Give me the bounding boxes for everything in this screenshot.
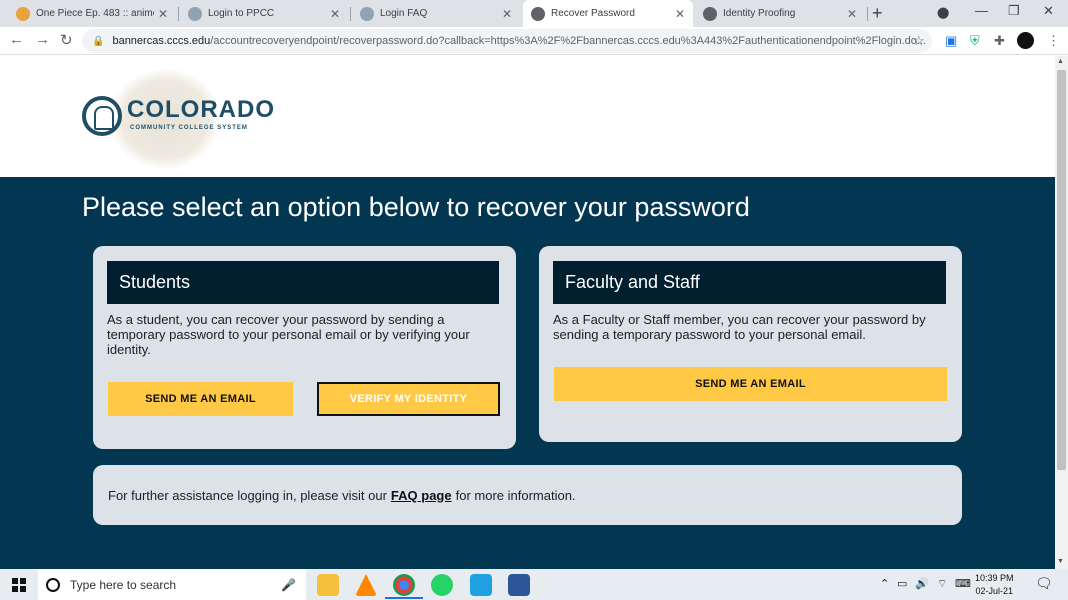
notifications-icon[interactable]: 🗨	[1035, 575, 1053, 592]
faculty-card: Faculty and Staff As a Faculty or Staff …	[539, 246, 962, 442]
show-hidden-icons-icon[interactable]: ⌃	[880, 577, 889, 590]
battery-icon[interactable]: ▭	[897, 577, 907, 590]
address-bar[interactable]: 🔒 bannercas.cccs.edu/accountrecoveryendp…	[82, 29, 932, 53]
forward-icon[interactable]: →	[35, 31, 50, 48]
url-host: bannercas.cccs.edu	[112, 35, 211, 47]
wifi-icon[interactable]: ⌔	[937, 577, 947, 591]
assist-text-prefix: For further assistance logging in, pleas…	[108, 487, 387, 503]
chrome-icon[interactable]	[385, 574, 423, 599]
back-icon[interactable]: ←	[9, 31, 24, 48]
reload-icon[interactable]: ↻	[60, 31, 73, 49]
brand-subtitle: COMMUNITY COLLEGE SYSTEM	[130, 125, 248, 131]
globe-favicon-icon	[703, 6, 717, 21]
tab-divider	[178, 7, 179, 21]
tab-animepahe[interactable]: One Piece Ep. 483 :: animepahe ✕	[8, 0, 176, 27]
profile-avatar[interactable]	[1017, 32, 1034, 49]
windows-start-icon[interactable]	[12, 578, 26, 592]
minimize-icon[interactable]: —	[975, 3, 988, 18]
tab-search-icon[interactable]: ⬤	[937, 6, 949, 19]
tab-title: Login FAQ	[380, 8, 428, 19]
clock-date: 02-Jul-21	[975, 586, 1014, 596]
faq-page-link[interactable]: FAQ page	[391, 488, 452, 503]
bookmark-star-icon[interactable]: ☆	[913, 33, 925, 49]
site-header: COLORADO COMMUNITY COLLEGE SYSTEM	[0, 56, 1055, 177]
extensions-puzzle-icon[interactable]: ✚	[994, 33, 1005, 49]
scroll-up-arrow-icon[interactable]: ▲	[1057, 58, 1064, 65]
recovery-section: Please select an option below to recover…	[0, 177, 1055, 569]
cccs-favicon-icon	[188, 6, 202, 21]
close-tab-icon[interactable]: ✕	[675, 7, 685, 21]
tab-divider	[350, 7, 351, 21]
tab-divider	[867, 7, 868, 21]
close-window-icon[interactable]: ✕	[1043, 3, 1054, 19]
animepahe-favicon-icon	[16, 6, 30, 21]
restore-icon[interactable]: ❐	[1008, 3, 1020, 19]
tab-title: Recover Password	[551, 8, 635, 19]
tab-identity-proofing[interactable]: Identity Proofing ✕	[695, 0, 865, 27]
tab-login-ppcc[interactable]: Login to PPCC ✕	[180, 0, 348, 27]
word-icon[interactable]	[508, 574, 530, 596]
page-viewport: COLORADO COMMUNITY COLLEGE SYSTEM Please…	[0, 56, 1055, 569]
students-card-title: Students	[107, 261, 499, 304]
url-path: /accountrecoveryendpoint/recoverpassword…	[210, 35, 927, 47]
faculty-send-email-button[interactable]: SEND ME AN EMAIL	[554, 367, 947, 401]
taskbar-search-box[interactable]: Type here to search 🎤	[38, 569, 306, 600]
lock-icon: 🔒	[92, 35, 105, 47]
globe-favicon-icon	[531, 6, 545, 21]
close-tab-icon[interactable]: ✕	[158, 7, 168, 21]
volume-icon[interactable]: 🔊	[915, 577, 929, 590]
assist-text-suffix: for more information.	[455, 487, 576, 503]
faculty-card-text: As a Faculty or Staff member, you can re…	[553, 312, 926, 342]
vlc-icon[interactable]	[355, 574, 377, 596]
tab-title: Login to PPCC	[208, 8, 275, 19]
whatsapp-icon[interactable]	[431, 574, 453, 596]
new-tab-icon[interactable]: +	[872, 3, 883, 24]
microphone-icon[interactable]: 🎤	[281, 578, 296, 592]
verify-identity-button[interactable]: VERIFY MY IDENTITY	[317, 382, 500, 416]
tab-title: One Piece Ep. 483 :: animepahe	[36, 8, 154, 19]
scroll-down-arrow-icon[interactable]: ▼	[1057, 558, 1064, 565]
clock-time: 10:39 PM	[975, 573, 1014, 583]
cccs-seal-icon	[82, 96, 122, 136]
brand-name: COLORADO	[127, 96, 275, 123]
search-placeholder: Type here to search	[70, 577, 177, 592]
tab-login-faq[interactable]: Login FAQ ✕	[352, 0, 520, 27]
extension-shield-icon[interactable]: ⛨	[970, 33, 980, 49]
assistance-box: For further assistance logging in, pleas…	[93, 465, 962, 525]
taskbar-clock[interactable]: 10:39 PM 02-Jul-21	[975, 572, 1014, 598]
tab-title: Identity Proofing	[723, 8, 796, 19]
browser-menu-icon[interactable]: ⋮	[1047, 33, 1060, 49]
store-app-icon[interactable]	[470, 574, 492, 596]
close-tab-icon[interactable]: ✕	[847, 7, 857, 21]
page-scrollbar[interactable]: ▲ ▼	[1055, 56, 1068, 569]
close-tab-icon[interactable]: ✕	[330, 7, 340, 21]
cccs-logo[interactable]: COLORADO COMMUNITY COLLEGE SYSTEM	[80, 69, 290, 169]
close-tab-icon[interactable]: ✕	[502, 7, 512, 21]
students-card: Students As a student, you can recover y…	[93, 246, 516, 449]
file-explorer-icon[interactable]	[317, 574, 339, 596]
student-send-email-button[interactable]: SEND ME AN EMAIL	[108, 382, 293, 416]
tab-strip: One Piece Ep. 483 :: animepahe ✕ Login t…	[0, 0, 1068, 27]
page-title: Please select an option below to recover…	[82, 192, 750, 222]
cccs-favicon-icon	[360, 6, 374, 21]
faculty-card-title: Faculty and Staff	[553, 261, 946, 304]
extension-translate-icon[interactable]: ▣	[945, 33, 957, 49]
windows-taskbar: Type here to search 🎤 ⌃ ▭ 🔊 ⌔ ⌨ 10:39 PM…	[0, 569, 1068, 600]
students-card-text: As a student, you can recover your passw…	[107, 312, 470, 357]
scrollbar-thumb[interactable]	[1057, 70, 1066, 470]
tab-recover-password[interactable]: Recover Password ✕	[523, 0, 693, 27]
keyboard-icon[interactable]: ⌨	[955, 577, 971, 590]
cortana-icon	[46, 577, 60, 592]
browser-toolbar: ← → ↻ 🔒 bannercas.cccs.edu/accountrecove…	[0, 27, 1068, 55]
